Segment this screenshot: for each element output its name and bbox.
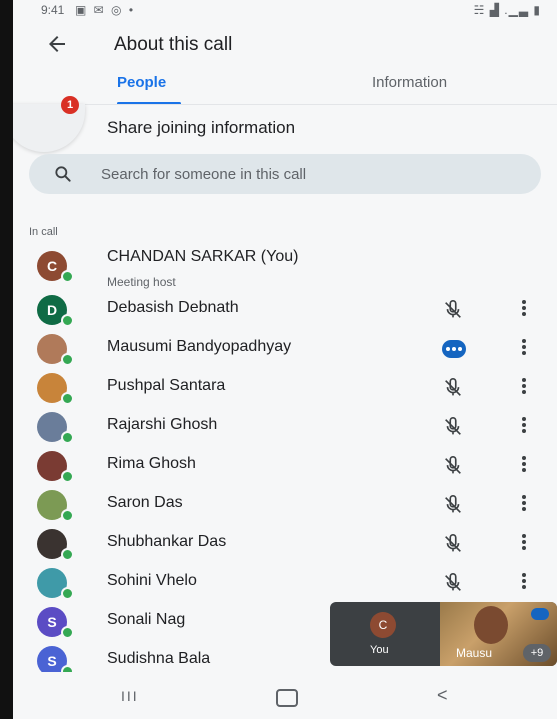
online-status-dot xyxy=(61,353,74,366)
mic-off-icon xyxy=(442,455,464,477)
recents-icon[interactable]: III xyxy=(121,688,139,704)
system-nav-bar: III < xyxy=(13,672,557,719)
participant-row[interactable]: C CHANDAN SARKAR (You) Meeting host xyxy=(13,248,557,289)
participant-name: Debasish Debnath xyxy=(107,299,239,316)
participant-role: Meeting host xyxy=(107,275,176,289)
more-options-icon[interactable] xyxy=(518,376,530,400)
participant-row[interactable]: Rajarshi Ghosh xyxy=(13,409,557,447)
self-tile-label: You xyxy=(370,644,389,656)
participant-name: Rajarshi Ghosh xyxy=(107,416,218,433)
self-avatar: C xyxy=(370,612,396,638)
notification-icons: ▣ ✉ ◎ • xyxy=(75,3,136,17)
call-details-screen: 9:41 ▣ ✉ ◎ • ☵ ▟ .▁▃ ▮ About this call P… xyxy=(13,0,557,719)
online-status-dot xyxy=(61,548,74,561)
section-label-in-call: In call xyxy=(29,226,58,238)
online-status-dot xyxy=(61,470,74,483)
participant-row[interactable]: Saron Das xyxy=(13,487,557,525)
page-title: About this call xyxy=(114,34,233,55)
tab-people[interactable]: People xyxy=(117,74,166,91)
video-tile-label: Mausu xyxy=(456,646,493,660)
speaking-indicator-icon xyxy=(442,340,466,358)
status-bar: 9:41 ▣ ✉ ◎ • ☵ ▟ .▁▃ ▮ xyxy=(13,0,557,22)
mic-off-icon xyxy=(442,494,464,516)
system-icons: ☵ ▟ .▁▃ ▮ xyxy=(473,3,541,17)
online-status-dot xyxy=(61,431,74,444)
participant-name: Saron Das xyxy=(107,494,183,511)
self-tile[interactable]: C You xyxy=(330,602,440,666)
participant-name: Shubhankar Das xyxy=(107,533,227,550)
online-status-dot xyxy=(61,314,74,327)
mic-off-icon xyxy=(442,377,464,399)
online-status-dot xyxy=(61,270,74,283)
more-options-icon[interactable] xyxy=(518,571,530,595)
participant-row[interactable]: D Debasish Debnath xyxy=(13,292,557,330)
home-icon[interactable] xyxy=(276,689,298,707)
online-status-dot xyxy=(61,509,74,522)
more-options-icon[interactable] xyxy=(518,415,530,439)
back-nav-icon[interactable]: < xyxy=(437,685,448,706)
more-options-icon[interactable] xyxy=(518,298,530,322)
participant-name: Pushpal Santara xyxy=(107,377,226,394)
online-status-dot xyxy=(61,626,74,639)
participant-video xyxy=(474,606,508,644)
participant-row[interactable]: Pushpal Santara xyxy=(13,370,557,408)
mic-off-icon xyxy=(442,533,464,555)
more-options-icon[interactable] xyxy=(518,337,530,361)
tab-information[interactable]: Information xyxy=(372,74,447,91)
more-options-icon[interactable] xyxy=(518,493,530,517)
share-joining-info[interactable]: Share joining information xyxy=(107,118,295,138)
mic-off-icon xyxy=(442,416,464,438)
participant-name: Sudishna Bala xyxy=(107,650,211,667)
participant-video-tile[interactable]: Mausu +9 xyxy=(440,602,557,666)
tab-divider xyxy=(13,104,557,105)
online-status-dot xyxy=(61,392,74,405)
participant-row[interactable]: Rima Ghosh xyxy=(13,448,557,486)
notification-badge: 1 xyxy=(61,96,79,114)
mic-off-icon xyxy=(442,572,464,594)
floating-video-tile[interactable]: C You Mausu +9 xyxy=(330,602,557,666)
search-bar[interactable] xyxy=(29,154,541,194)
status-time: 9:41 xyxy=(41,3,65,17)
arrow-back-icon[interactable] xyxy=(45,32,69,56)
participant-name: Sohini Vhelo xyxy=(107,572,197,589)
search-input[interactable] xyxy=(101,154,521,194)
participant-row[interactable]: Shubhankar Das xyxy=(13,526,557,564)
more-options-icon[interactable] xyxy=(518,532,530,556)
more-participants-count[interactable]: +9 xyxy=(523,644,551,662)
tab-bar: People Information xyxy=(13,68,557,105)
mic-off-icon xyxy=(442,299,464,321)
more-options-icon[interactable] xyxy=(518,454,530,478)
participant-row[interactable]: Mausumi Bandyopadhyay xyxy=(13,331,557,369)
speaking-indicator-icon xyxy=(531,608,549,620)
search-icon xyxy=(55,166,71,182)
top-app-bar: About this call xyxy=(13,22,557,68)
participant-name: Sonali Nag xyxy=(107,611,186,628)
participant-name: Rima Ghosh xyxy=(107,455,196,472)
participant-name: Mausumi Bandyopadhyay xyxy=(107,338,292,355)
participant-row[interactable]: Sohini Vhelo xyxy=(13,565,557,603)
participant-name: CHANDAN SARKAR (You) xyxy=(107,248,299,265)
online-status-dot xyxy=(61,587,74,600)
